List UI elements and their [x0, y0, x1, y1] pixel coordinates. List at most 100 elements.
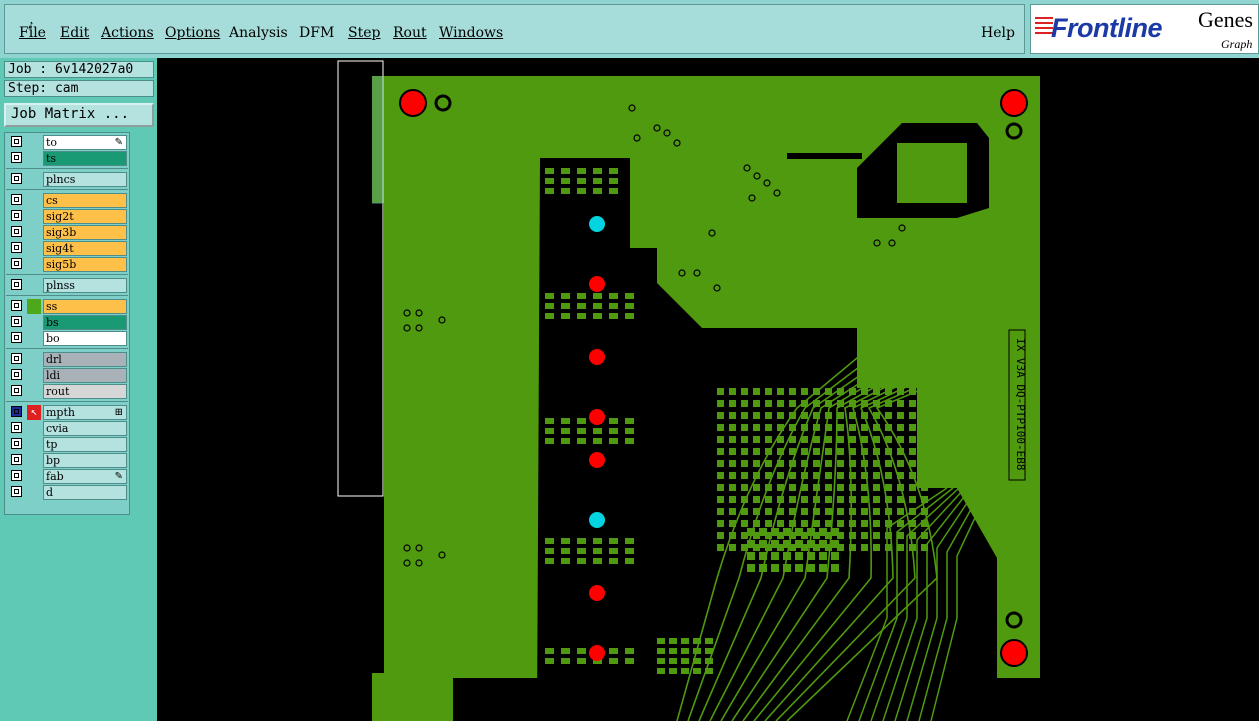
layer-display-checkbox[interactable]	[11, 486, 22, 497]
layer-name[interactable]: sig4t	[43, 241, 127, 256]
layer-name[interactable]: mpth ⊞	[43, 405, 127, 420]
layer-display-checkbox[interactable]	[11, 406, 22, 417]
layer-display-checkbox[interactable]	[11, 226, 22, 237]
layer-affect-slot[interactable]	[27, 257, 41, 272]
layer-display-checkbox[interactable]	[11, 385, 22, 396]
layer-row-mpth[interactable]: ↖ mpth ⊞	[7, 405, 127, 420]
layer-name[interactable]: bs	[43, 315, 127, 330]
layer-display-checkbox[interactable]	[11, 194, 22, 205]
menu-windows[interactable]: Windows	[439, 25, 503, 41]
layer-affect-slot[interactable]	[27, 241, 41, 256]
menu-rout[interactable]: Rout	[393, 25, 427, 41]
layer-name[interactable]: ts	[43, 151, 127, 166]
layer-affect-slot[interactable]	[27, 368, 41, 383]
layer-name[interactable]: ss	[43, 299, 127, 314]
layer-display-checkbox[interactable]	[11, 316, 22, 327]
layer-affect-slot[interactable]	[27, 453, 41, 468]
graphic-area[interactable]: IX V3A DQ-PTP100-EB8	[157, 58, 1259, 721]
job-matrix-button[interactable]: Job Matrix ...	[4, 103, 154, 127]
layer-affect-slot[interactable]	[27, 299, 41, 314]
layer-display-checkbox[interactable]	[11, 258, 22, 269]
layer-display-checkbox[interactable]	[11, 152, 22, 163]
menu-options[interactable]: Options	[165, 25, 220, 41]
layer-row-ss[interactable]: ss	[7, 299, 127, 314]
component-pad	[789, 400, 796, 407]
layer-name[interactable]: rout	[43, 384, 127, 399]
layer-affect-slot[interactable]	[27, 193, 41, 208]
component-pad	[561, 548, 570, 554]
layer-affect-slot[interactable]	[27, 437, 41, 452]
layer-display-checkbox[interactable]	[11, 136, 22, 147]
layer-display-checkbox[interactable]	[11, 438, 22, 449]
layer-display-checkbox[interactable]	[11, 454, 22, 465]
layer-name[interactable]: sig2t	[43, 209, 127, 224]
layer-affect-slot[interactable]	[27, 469, 41, 484]
layer-row-tp[interactable]: tp	[7, 437, 127, 452]
layer-affect-slot[interactable]	[27, 172, 41, 187]
layer-affect-slot[interactable]	[27, 209, 41, 224]
layer-row-ts[interactable]: ts	[7, 151, 127, 166]
layer-affect-slot[interactable]	[27, 151, 41, 166]
layer-name[interactable]: bo	[43, 331, 127, 346]
menu-analysis[interactable]: Analysis	[229, 25, 288, 41]
layer-row-bp[interactable]: bp	[7, 453, 127, 468]
layer-name[interactable]: cs	[43, 193, 127, 208]
layer-name[interactable]: to ✎	[43, 135, 127, 150]
layer-display-checkbox[interactable]	[11, 300, 22, 311]
layer-affect-slot[interactable]	[27, 384, 41, 399]
layer-display-checkbox[interactable]	[11, 353, 22, 364]
layer-display-checkbox[interactable]	[11, 173, 22, 184]
layer-name[interactable]: tp	[43, 437, 127, 452]
menu-dfm[interactable]: DFM	[299, 25, 334, 41]
menu-step[interactable]: Step	[348, 25, 380, 41]
menu-file[interactable]: File	[19, 25, 46, 41]
layer-row-plnss[interactable]: plnss	[7, 278, 127, 293]
layer-affect-slot[interactable]	[27, 421, 41, 436]
layer-affect-slot[interactable]	[27, 485, 41, 500]
layer-name[interactable]: d	[43, 485, 127, 500]
layer-row-cvia[interactable]: cvia	[7, 421, 127, 436]
layer-name[interactable]: ldi	[43, 368, 127, 383]
layer-row-fab[interactable]: fab ✎	[7, 469, 127, 484]
layer-row-bs[interactable]: bs	[7, 315, 127, 330]
layer-display-checkbox[interactable]	[11, 422, 22, 433]
layer-row-bo[interactable]: bo	[7, 331, 127, 346]
layer-name[interactable]: fab ✎	[43, 469, 127, 484]
layer-name[interactable]: plncs	[43, 172, 127, 187]
layer-row-rout[interactable]: rout	[7, 384, 127, 399]
layer-name[interactable]: drl	[43, 352, 127, 367]
layer-display-checkbox[interactable]	[11, 369, 22, 380]
layer-row-d[interactable]: d	[7, 485, 127, 500]
layer-affect-slot[interactable]	[27, 225, 41, 240]
pcb-view[interactable]: IX V3A DQ-PTP100-EB8	[157, 58, 1259, 721]
layer-affect-slot[interactable]	[27, 278, 41, 293]
layer-name[interactable]: sig5b	[43, 257, 127, 272]
layer-display-checkbox[interactable]	[11, 279, 22, 290]
layer-display-checkbox[interactable]	[11, 332, 22, 343]
affected-arrow-icon[interactable]: ↖	[27, 405, 41, 420]
layer-name[interactable]: bp	[43, 453, 127, 468]
layer-row-cs[interactable]: cs	[7, 193, 127, 208]
layer-name[interactable]: plnss	[43, 278, 127, 293]
layer-name[interactable]: cvia	[43, 421, 127, 436]
layer-row-sig4t[interactable]: sig4t	[7, 241, 127, 256]
layer-row-sig3b[interactable]: sig3b	[7, 225, 127, 240]
layer-display-checkbox[interactable]	[11, 210, 22, 221]
layer-affect-slot[interactable]	[27, 352, 41, 367]
layer-row-to[interactable]: to ✎	[7, 135, 127, 150]
menu-edit[interactable]: Edit	[60, 25, 89, 41]
layer-row-drl[interactable]: drl	[7, 352, 127, 367]
layer-display-checkbox[interactable]	[11, 242, 22, 253]
layer-row-plncs[interactable]: plncs	[7, 172, 127, 187]
component-pad	[909, 472, 916, 479]
layer-row-sig5b[interactable]: sig5b	[7, 257, 127, 272]
menu-help[interactable]: Help	[981, 25, 1015, 41]
layer-affect-slot[interactable]	[27, 135, 41, 150]
layer-display-checkbox[interactable]	[11, 470, 22, 481]
layer-row-sig2t[interactable]: sig2t	[7, 209, 127, 224]
layer-affect-slot[interactable]	[27, 315, 41, 330]
layer-name[interactable]: sig3b	[43, 225, 127, 240]
menu-actions[interactable]: Actions	[101, 25, 154, 41]
layer-affect-slot[interactable]	[27, 331, 41, 346]
layer-row-ldi[interactable]: ldi	[7, 368, 127, 383]
